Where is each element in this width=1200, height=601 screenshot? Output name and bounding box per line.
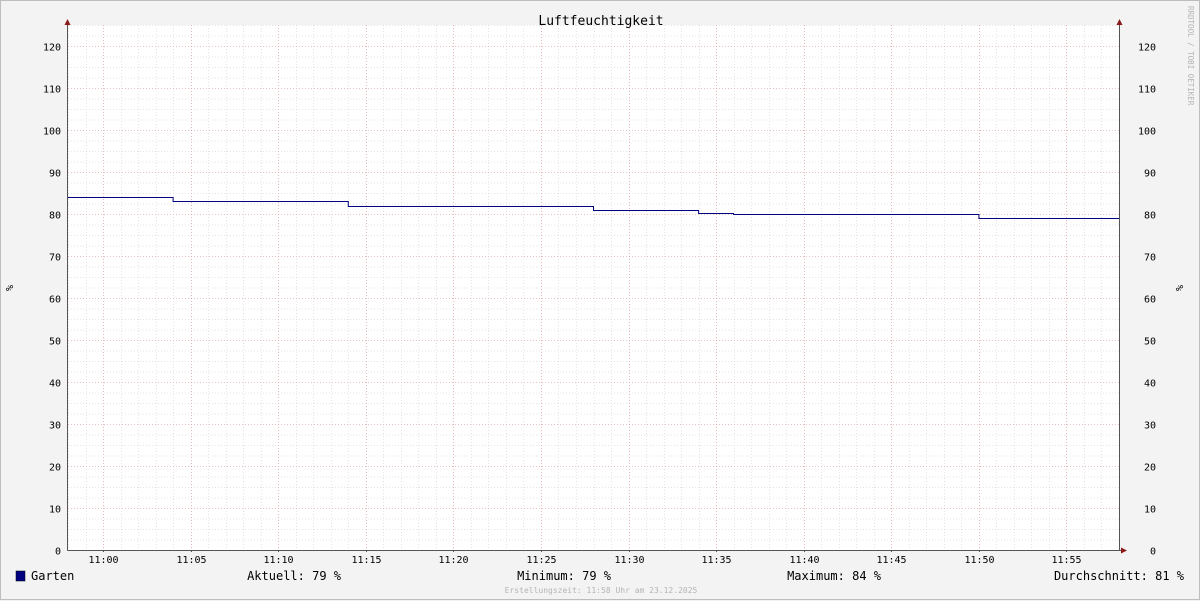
- y-tick-label-left: 20: [49, 463, 61, 474]
- x-tick-label: 11:10: [263, 555, 293, 566]
- x-tick-label: 11:45: [876, 555, 906, 566]
- legend-stat: Durchschnitt: 81 %: [1054, 569, 1185, 583]
- y-tick-label-right: 60: [1144, 295, 1156, 306]
- y-tick-label-right: 30: [1144, 421, 1156, 432]
- y-tick-label-right: 70: [1144, 253, 1156, 264]
- y-tick-label-right: 40: [1144, 379, 1156, 390]
- y-tick-label-right: 100: [1138, 127, 1156, 138]
- y-tick-label-left: 50: [49, 337, 61, 348]
- legend-stat: Minimum: 79 %: [517, 569, 612, 583]
- legend-stat: Aktuell: 79 %: [247, 569, 342, 583]
- y-tick-label-left: 60: [49, 295, 61, 306]
- x-tick-labels: 11:00 11:05 11:10 11:15 11:20 11:25 11:30 11:35…: [88, 555, 1081, 566]
- y-tick-labels-right: 0 10 20 30 40 50 60 70 80 90 100 110 120: [1138, 43, 1156, 558]
- x-tick-label: 11:55: [1051, 555, 1081, 566]
- x-tick-label: 11:50: [964, 555, 994, 566]
- x-tick-label: 11:30: [614, 555, 644, 566]
- y-tick-label-left: 100: [43, 127, 61, 138]
- x-tick-label: 11:40: [789, 555, 819, 566]
- y-tick-label-left: 10: [49, 505, 61, 516]
- y-tick-label-left: 80: [49, 211, 61, 222]
- y-axis-label-right: %: [1175, 285, 1186, 291]
- y-tick-label-right: 110: [1138, 85, 1156, 96]
- y-tick-label-right: 0: [1150, 547, 1156, 558]
- x-tick-label: 11:05: [176, 555, 206, 566]
- x-tick-label: 11:15: [351, 555, 381, 566]
- x-tick-label: 11:25: [526, 555, 556, 566]
- y-tick-label-left: 70: [49, 253, 61, 264]
- x-tick-label: 11:20: [438, 555, 468, 566]
- y-tick-label-right: 80: [1144, 211, 1156, 222]
- y-tick-label-right: 90: [1144, 169, 1156, 180]
- y-tick-labels-left: 0 10 20 30 40 50 60 70 80 90 100 110 120: [43, 43, 61, 558]
- y-tick-label-right: 50: [1144, 337, 1156, 348]
- x-tick-label: 11:00: [88, 555, 118, 566]
- watermark: RRDTOOL / TOBI OETIKER: [1186, 6, 1195, 106]
- chart-title: Luftfeuchtigkeit: [538, 14, 663, 29]
- y-tick-label-right: 120: [1138, 43, 1156, 54]
- y-tick-label-left: 30: [49, 421, 61, 432]
- legend-stat: Maximum: 84 %: [787, 569, 882, 583]
- chart-svg: 0 10 20 30 40 50 60 70 80 90 100 110 120 0 10 20 30 40 50…: [5, 6, 1195, 595]
- y-tick-label-left: 110: [43, 85, 61, 96]
- y-tick-label-right: 10: [1144, 505, 1156, 516]
- y-tick-label-left: 40: [49, 379, 61, 390]
- y-tick-label-left: 90: [49, 169, 61, 180]
- y-axis-left-arrow: [64, 19, 71, 25]
- x-tick-label: 11:35: [701, 555, 731, 566]
- legend-swatch: [15, 570, 26, 582]
- footer-timestamp: Erstellungszeit: 11:58 Uhr am 23.12.2025: [505, 586, 698, 595]
- chart-window: 0 10 20 30 40 50 60 70 80 90 100 110 120 0 10 20 30 40 50…: [0, 0, 1200, 600]
- legend-stats: Aktuell: 79 % Minimum: 79 % Maximum: 84 % D…: [247, 569, 1185, 583]
- y-tick-label-left: 0: [55, 547, 61, 558]
- y-tick-label-right: 20: [1144, 463, 1156, 474]
- y-tick-label-left: 120: [43, 43, 61, 54]
- y-axis-right-arrow: [1116, 19, 1123, 25]
- legend-series-name: Garten: [31, 569, 74, 583]
- x-axis-arrow: [1121, 547, 1127, 554]
- y-axis-label-left: %: [5, 285, 16, 291]
